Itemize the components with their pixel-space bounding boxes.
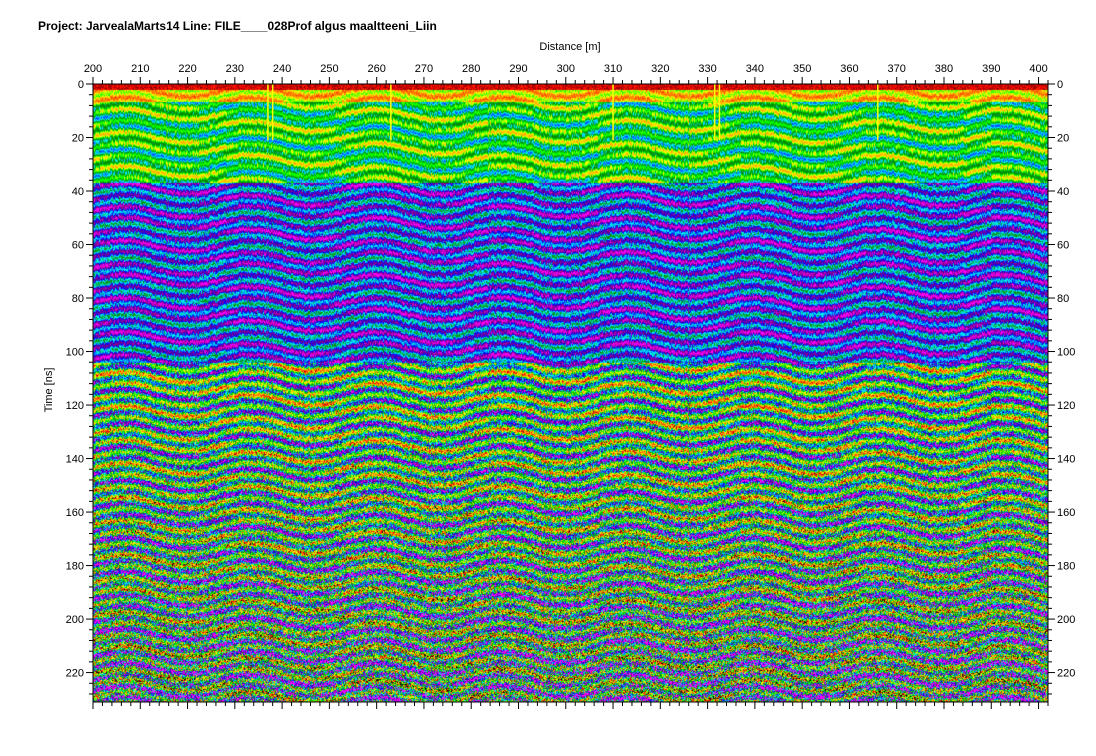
y-tick-label-right: 220 bbox=[1057, 668, 1075, 680]
y-tick-label-left: 140 bbox=[66, 454, 84, 466]
y-axis-title: Time [ns] bbox=[43, 368, 55, 413]
x-tick-label: 270 bbox=[415, 63, 433, 75]
y-tick-label-left: 120 bbox=[66, 400, 84, 412]
y-tick-label-right: 140 bbox=[1057, 454, 1075, 466]
x-tick-label: 380 bbox=[935, 63, 953, 75]
y-tick-label-right: 80 bbox=[1057, 293, 1069, 305]
x-tick-label: 340 bbox=[746, 63, 764, 75]
x-tick-label: 260 bbox=[367, 63, 385, 75]
x-tick-label: 280 bbox=[462, 63, 480, 75]
x-tick-label: 310 bbox=[604, 63, 622, 75]
axis-ticks bbox=[86, 77, 1055, 709]
y-tick-label-left: 100 bbox=[66, 347, 84, 359]
x-tick-label: 300 bbox=[557, 63, 575, 75]
x-tick-label: 400 bbox=[1029, 63, 1047, 75]
x-tick-label: 390 bbox=[982, 63, 1000, 75]
y-tick-label-left: 200 bbox=[66, 614, 84, 626]
x-tick-label: 240 bbox=[273, 63, 291, 75]
x-tick-label: 220 bbox=[178, 63, 196, 75]
y-tick-label-left: 20 bbox=[72, 133, 84, 145]
plot-frame bbox=[92, 83, 1049, 703]
x-tick-label: 360 bbox=[840, 63, 858, 75]
x-tick-label: 370 bbox=[888, 63, 906, 75]
radargram-chart: 200 210 220 230 240 250 260 270 280 290 300 310 320 3… bbox=[43, 41, 1076, 709]
y-tick-label-right: 60 bbox=[1057, 240, 1069, 252]
x-tick-label: 200 bbox=[84, 63, 102, 75]
x-axis-title: Distance [m] bbox=[539, 41, 600, 53]
y-tick-label-right: 160 bbox=[1057, 507, 1075, 519]
y-tick-label-left: 160 bbox=[66, 507, 84, 519]
y-tick-label-left: 0 bbox=[78, 79, 84, 91]
y-tick-label-left: 220 bbox=[66, 668, 84, 680]
x-tick-label: 330 bbox=[698, 63, 716, 75]
y-tick-label-right: 20 bbox=[1057, 133, 1069, 145]
y-tick-label-right: 100 bbox=[1057, 347, 1075, 359]
x-tick-label: 210 bbox=[131, 63, 149, 75]
y-tick-label-left: 180 bbox=[66, 561, 84, 573]
y-tick-label-right: 180 bbox=[1057, 561, 1075, 573]
y-tick-label-left: 60 bbox=[72, 240, 84, 252]
axis-tick-labels: 200 210 220 230 240 250 260 270 280 290 300 310 320 3… bbox=[66, 63, 1076, 680]
y-tick-label-right: 40 bbox=[1057, 186, 1069, 198]
trace-marker-lines bbox=[267, 84, 879, 141]
y-tick-label-left: 80 bbox=[72, 293, 84, 305]
y-tick-label-left: 40 bbox=[72, 186, 84, 198]
x-tick-label: 250 bbox=[320, 63, 338, 75]
y-tick-label-right: 0 bbox=[1057, 79, 1063, 91]
x-tick-label: 290 bbox=[509, 63, 527, 75]
x-tick-label: 320 bbox=[651, 63, 669, 75]
x-tick-label: 350 bbox=[793, 63, 811, 75]
y-tick-label-right: 200 bbox=[1057, 614, 1075, 626]
y-tick-label-right: 120 bbox=[1057, 400, 1075, 412]
x-tick-label: 230 bbox=[226, 63, 244, 75]
